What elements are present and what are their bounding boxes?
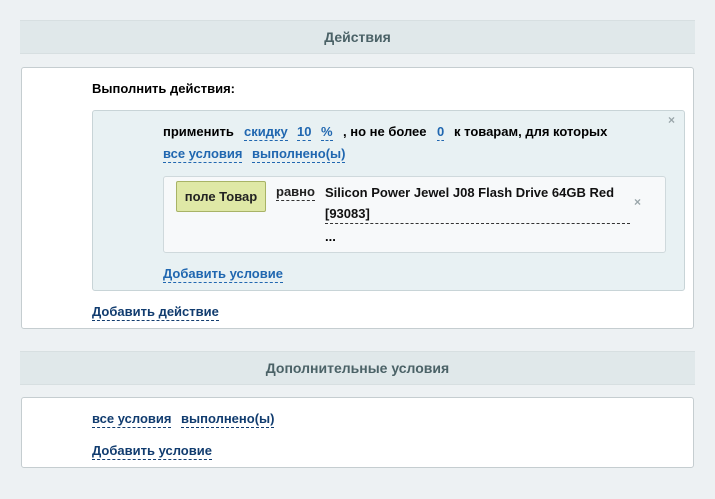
condition-value[interactable]: Silicon Power Jewel J08 Flash Drive 64GB… <box>325 182 625 224</box>
condition-more[interactable]: ... <box>325 229 336 244</box>
extra-conditions-state-link[interactable]: выполнено(ы) <box>181 411 275 428</box>
actions-title: Выполнить действия: <box>92 81 235 96</box>
add-condition-link[interactable]: Добавить условие <box>163 266 283 283</box>
field-product-button[interactable]: поле Товар <box>176 181 266 212</box>
limit-text: , но не более <box>343 124 427 139</box>
actions-section-header: Действия <box>20 20 695 54</box>
conditions-state-link[interactable]: выполнено(ы) <box>252 146 346 163</box>
discount-type-link[interactable]: скидку <box>244 124 288 141</box>
limit-value-link[interactable]: 0 <box>437 124 445 141</box>
discount-amount-link[interactable]: 10 <box>297 124 312 141</box>
extra-all-conditions-link[interactable]: все условия <box>92 411 172 428</box>
extra-add-condition-link[interactable]: Добавить условие <box>92 443 212 460</box>
remove-action-close-icon[interactable]: × <box>668 113 675 127</box>
extra-conditions-header: Дополнительные условия <box>20 351 695 385</box>
target-text: к товарам, для которых <box>454 124 608 139</box>
add-action-link[interactable]: Добавить действие <box>92 304 219 321</box>
action-verb: применить <box>163 124 234 139</box>
remove-condition-close-icon[interactable]: × <box>634 195 641 209</box>
all-conditions-link[interactable]: все условия <box>163 146 243 163</box>
condition-value-underline <box>325 223 630 224</box>
discount-unit-link[interactable]: % <box>321 124 333 141</box>
operator-equals-link[interactable]: равно <box>276 184 315 201</box>
